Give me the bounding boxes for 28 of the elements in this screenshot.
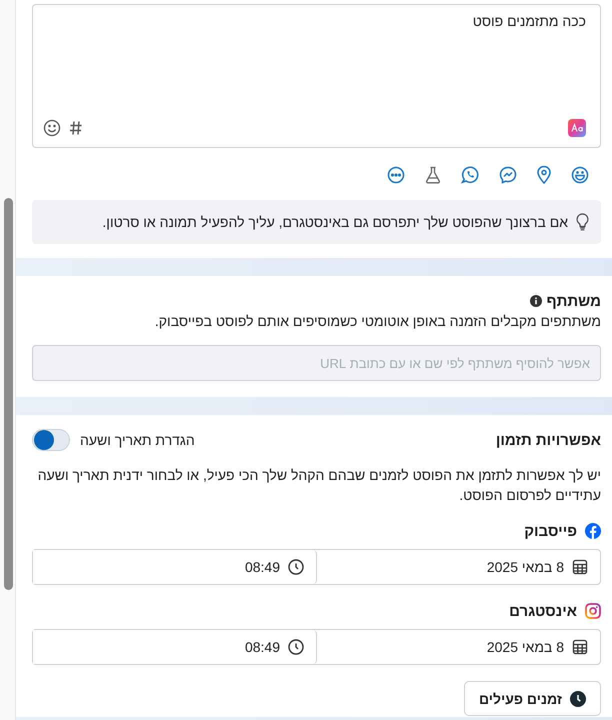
instagram-icon [585, 603, 601, 619]
section-description: משתתפים מקבלים הזמנה באופן אוטומטי כשמוסיפים אותם לפוסט בפייסבוק. [154, 313, 601, 329]
emoji-icon[interactable] [43, 119, 61, 137]
flask-icon[interactable] [425, 166, 441, 184]
post-text: ככה מתזמנים פוסט [472, 13, 586, 29]
text-style-icon[interactable] [568, 119, 586, 137]
grinning-face-icon[interactable] [571, 166, 589, 184]
facebook-icon [585, 523, 601, 539]
whatsapp-icon[interactable] [461, 166, 479, 184]
scrollbar-thumb[interactable] [4, 198, 13, 590]
platform-name: פייסבוק [524, 522, 577, 540]
more-options-icon[interactable] [387, 166, 405, 184]
lightbulb-icon [576, 213, 589, 231]
date-time-toggle[interactable] [32, 429, 70, 451]
active-times-button[interactable]: זמנים פעילים [464, 681, 601, 716]
section-description: יש לך אפשרות לתזמן את הפוסט לזמנים שבהם הקהל שלך הכי פעיל, או לבחור ידנית תאריך ושעה עתידיים לפרסום הפוסט. [36, 466, 601, 505]
hashtag-icon[interactable] [69, 120, 83, 136]
partner-input-field[interactable]: אפשר להוסיף משתתף לפי שם או עם כתובת URL [32, 345, 601, 381]
platform-name: אינסטגרם [509, 602, 577, 620]
info-icon[interactable] [530, 295, 542, 307]
messenger-icon[interactable] [499, 166, 517, 184]
toggle-label: הגדרת תאריך ושעה [80, 432, 195, 448]
clock-icon [570, 690, 586, 706]
post-editor[interactable]: ככה מתזמנים פוסט [32, 4, 601, 148]
tip-text: אם ברצונך שהפוסט שלך יתפרסם גם באינסטגרם, עליך להפעיל תמונה או סרטון. [102, 214, 568, 230]
section-title: אפשרויות תזמון [496, 432, 601, 448]
location-pin-icon[interactable] [537, 166, 551, 184]
section-title: משתתף [546, 292, 601, 310]
